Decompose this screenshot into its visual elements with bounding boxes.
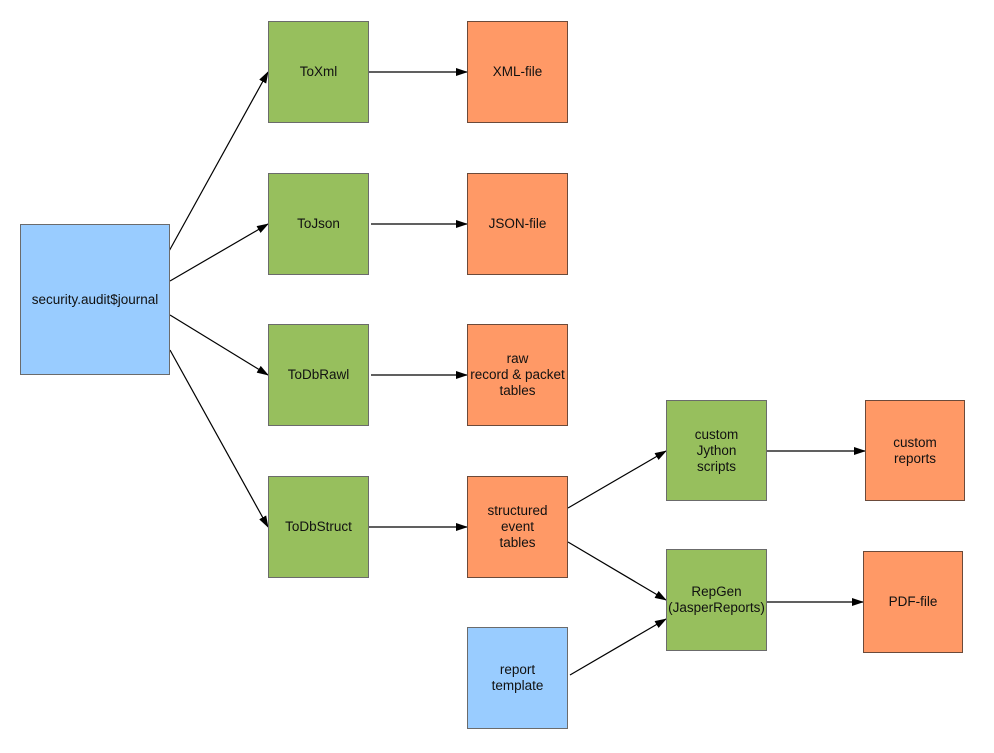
edge-journal-to-tojson — [169, 223, 269, 282]
edge-reporttemplate-to-repgen — [569, 618, 667, 676]
edge-journal-to-todbrawl — [169, 314, 269, 376]
edge-journal-to-todbstruct — [169, 349, 269, 528]
node-todbstruct: ToDbStruct — [268, 476, 369, 578]
node-report-template: report template — [467, 627, 568, 729]
node-structured-tables: structured event tables — [467, 476, 568, 578]
node-label: security.audit$journal — [31, 291, 159, 307]
node-label: RepGen (JasperReports) — [668, 584, 765, 615]
node-label: PDF-file — [888, 594, 938, 609]
node-label: ToJson — [297, 216, 340, 231]
node-label: XML-file — [492, 64, 543, 79]
edge-structtables-to-repgen — [567, 541, 667, 601]
node-xml-file: XML-file — [467, 21, 568, 123]
node-label: report template — [491, 662, 544, 693]
node-pdf-file: PDF-file — [863, 551, 963, 653]
node-raw-tables: raw record & packet tables — [467, 324, 568, 426]
node-label: custom Jython scripts — [694, 426, 739, 474]
node-security-audit-journal: security.audit$journal — [20, 224, 170, 375]
node-label: ToDbStruct — [285, 519, 352, 534]
node-repgen: RepGen (JasperReports) — [666, 549, 767, 651]
node-custom-jython-scripts: custom Jython scripts — [666, 400, 767, 501]
node-toxml: ToXml — [268, 21, 369, 123]
edge-journal-to-toxml — [167, 71, 269, 254]
node-label: ToXml — [299, 64, 338, 79]
node-json-file: JSON-file — [467, 173, 568, 275]
node-tojson: ToJson — [268, 173, 369, 275]
node-label: structured event tables — [487, 503, 548, 550]
node-label: JSON-file — [488, 216, 547, 231]
node-label: custom reports — [893, 434, 937, 466]
node-label: ToDbRawl — [287, 367, 350, 382]
node-custom-reports: custom reports — [865, 400, 965, 501]
edge-structtables-to-jython — [567, 450, 667, 509]
node-todbrawl: ToDbRawl — [268, 324, 369, 426]
node-label: raw record & packet tables — [470, 351, 565, 398]
